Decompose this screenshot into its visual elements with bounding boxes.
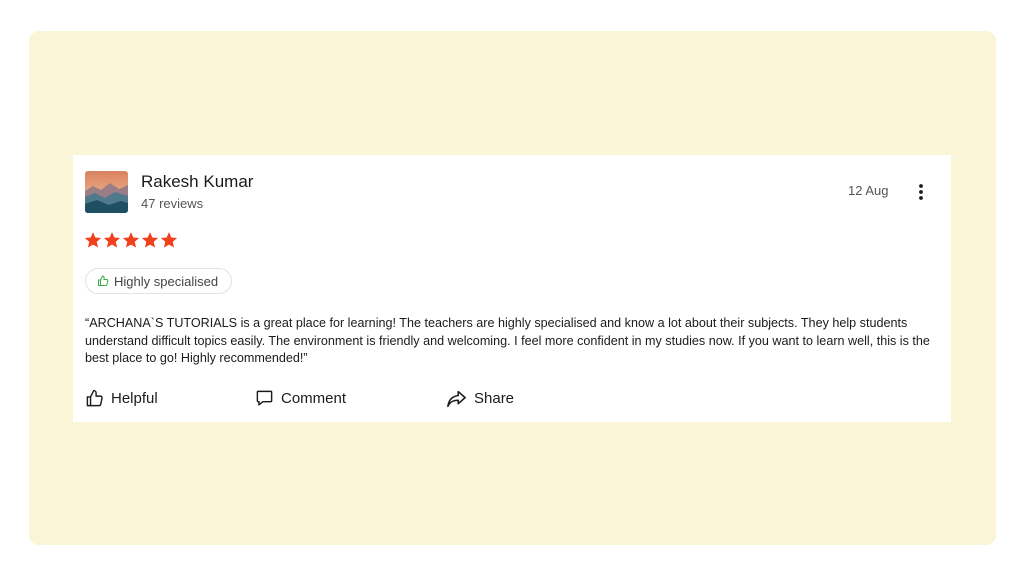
star-icon — [122, 232, 140, 248]
review-date: 12 Aug — [848, 183, 889, 198]
thumbs-up-icon — [86, 389, 103, 406]
star-icon — [103, 232, 121, 248]
author-name[interactable]: Rakesh Kumar — [141, 172, 253, 192]
avatar-image — [85, 171, 128, 213]
avatar[interactable] — [85, 171, 128, 213]
more-options-button[interactable] — [912, 180, 930, 204]
star-icon — [160, 232, 178, 248]
review-text: “ARCHANA`S TUTORIALS is a great place fo… — [85, 316, 930, 365]
review-count: 47 reviews — [141, 196, 204, 211]
comment-bubble-icon — [256, 390, 273, 406]
share-arrow-icon — [447, 390, 466, 407]
tag-chip[interactable]: Highly specialised — [85, 268, 233, 294]
star-icon — [84, 232, 102, 248]
page-background: Rakesh Kumar 47 reviews 12 Aug Highly sp… — [29, 31, 996, 545]
thumbs-up-icon — [98, 275, 109, 286]
comment-button[interactable]: Comment — [255, 387, 346, 409]
star-rating — [84, 231, 178, 253]
helpful-label: Helpful — [111, 389, 158, 407]
share-button[interactable]: Share — [446, 387, 514, 409]
share-label: Share — [474, 389, 515, 407]
more-vertical-icon — [919, 184, 923, 200]
helpful-button[interactable]: Helpful — [85, 387, 158, 409]
review-card: Rakesh Kumar 47 reviews 12 Aug Highly sp… — [73, 155, 951, 422]
comment-label: Comment — [281, 389, 347, 407]
tag-label: Highly specialised — [114, 273, 219, 289]
star-icon — [141, 232, 159, 248]
